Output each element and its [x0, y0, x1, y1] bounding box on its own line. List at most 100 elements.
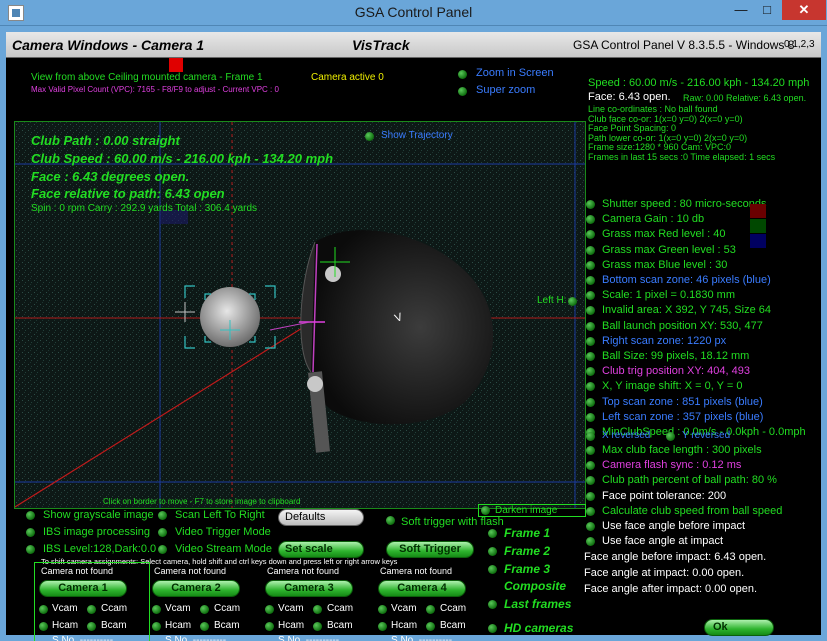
frame-option[interactable]: HD cameras: [504, 621, 573, 635]
hcam-led[interactable]: [39, 622, 48, 631]
defaults-button[interactable]: Defaults: [278, 509, 364, 526]
frame-option[interactable]: Composite: [504, 579, 566, 593]
setting-led[interactable]: [586, 461, 595, 471]
bcam-option[interactable]: Bcam: [101, 620, 127, 631]
setting-led[interactable]: [586, 367, 595, 377]
frame-led[interactable]: [488, 547, 497, 556]
setting-led[interactable]: [586, 537, 595, 547]
soft-trigger-flash-option[interactable]: Soft trigger with flash: [401, 516, 504, 528]
y-reversed-led[interactable]: [666, 432, 675, 441]
setting-item[interactable]: Use face angle at impact: [602, 535, 723, 547]
x-reversed-led[interactable]: [586, 432, 595, 441]
frame-option[interactable]: Frame 3: [504, 562, 550, 576]
x-reversed-option[interactable]: X reversed: [602, 430, 650, 441]
setting-led[interactable]: [586, 352, 595, 361]
scan-left-right-option[interactable]: Scan Left To Right: [175, 509, 265, 521]
ccam-option[interactable]: Ccam: [327, 603, 353, 614]
setting-led[interactable]: [586, 276, 595, 285]
setting-led[interactable]: [586, 412, 595, 422]
setting-item[interactable]: Calculate club speed from ball speed: [602, 505, 782, 517]
show-trajectory-option[interactable]: Show Trajectory: [381, 130, 453, 141]
y-reversed-option[interactable]: Y reversed: [682, 430, 730, 441]
setting-item[interactable]: Bottom scan zone: 46 pixels (blue): [602, 274, 771, 286]
vcam-option[interactable]: Vcam: [278, 603, 304, 614]
darken-image-led[interactable]: [481, 506, 490, 515]
hcam-option[interactable]: Hcam: [52, 620, 78, 631]
frame-option[interactable]: Last frames: [504, 597, 571, 611]
minimize-button[interactable]: —: [728, 0, 754, 20]
setting-item[interactable]: Grass max Red level : 40: [602, 228, 726, 240]
frame-option[interactable]: Frame 2: [504, 544, 550, 558]
left-h-led[interactable]: [568, 297, 577, 306]
ibs-processing-option[interactable]: IBS image processing: [43, 526, 150, 538]
setting-led[interactable]: [586, 230, 595, 240]
vcam-led[interactable]: [152, 605, 161, 614]
set-scale-button[interactable]: Set scale: [278, 541, 364, 558]
camera-button[interactable]: Camera 1: [39, 580, 127, 597]
setting-item[interactable]: Face point tolerance: 200: [602, 490, 726, 502]
setting-item[interactable]: Club path percent of ball path: 80 %: [602, 474, 777, 486]
ccam-option[interactable]: Ccam: [214, 603, 240, 614]
setting-item[interactable]: Use face angle before impact: [602, 520, 745, 532]
setting-item[interactable]: Shutter speed : 80 micro-seconds: [602, 198, 766, 210]
ibs-processing-led[interactable]: [26, 528, 35, 537]
bcam-led[interactable]: [313, 622, 322, 631]
frame-led[interactable]: [488, 624, 497, 633]
setting-led[interactable]: [586, 382, 595, 392]
frame-led[interactable]: [488, 529, 497, 538]
camera-button[interactable]: Camera 4: [378, 580, 466, 597]
setting-led[interactable]: [586, 215, 595, 225]
bcam-option[interactable]: Bcam: [214, 620, 240, 631]
super-zoom-option[interactable]: Super zoom: [476, 84, 535, 96]
vcam-option[interactable]: Vcam: [165, 603, 191, 614]
hcam-led[interactable]: [378, 622, 387, 631]
ibs-level-led[interactable]: [26, 545, 35, 554]
video-stream-led[interactable]: [158, 545, 167, 554]
setting-item[interactable]: Max club face length : 300 pixels: [602, 444, 762, 456]
darken-image-box[interactable]: Darken image: [478, 504, 586, 517]
setting-led[interactable]: [586, 321, 595, 331]
grayscale-led[interactable]: [26, 511, 35, 520]
camera-view[interactable]: V Club Path : 0.00 straight Club Speed :…: [14, 121, 586, 509]
frame-led[interactable]: [488, 600, 497, 609]
video-stream-option[interactable]: Video Stream Mode: [175, 543, 272, 555]
setting-led[interactable]: [586, 336, 595, 346]
ccam-option[interactable]: Ccam: [101, 603, 127, 614]
setting-item[interactable]: Camera Gain : 10 db: [602, 213, 704, 225]
setting-item[interactable]: Grass max Green level : 53: [602, 244, 736, 256]
zoom-in-screen-led[interactable]: [458, 70, 467, 79]
setting-led[interactable]: [586, 200, 595, 209]
hcam-option[interactable]: Hcam: [165, 620, 191, 631]
darken-image-option[interactable]: Darken image: [495, 505, 557, 516]
bcam-option[interactable]: Bcam: [440, 620, 466, 631]
video-trigger-option[interactable]: Video Trigger Mode: [175, 526, 271, 538]
ccam-led[interactable]: [200, 605, 209, 614]
hcam-option[interactable]: Hcam: [391, 620, 417, 631]
setting-item[interactable]: Left scan zone : 357 pixels (blue): [602, 411, 763, 423]
ccam-led[interactable]: [313, 605, 322, 614]
ok-button[interactable]: Ok: [704, 619, 774, 636]
vcam-led[interactable]: [378, 605, 387, 614]
setting-led[interactable]: [586, 491, 595, 501]
camera-button[interactable]: Camera 3: [265, 580, 353, 597]
ccam-led[interactable]: [87, 605, 96, 614]
bcam-led[interactable]: [87, 622, 96, 631]
super-zoom-led[interactable]: [458, 87, 467, 96]
setting-item[interactable]: Invalid area: X 392, Y 745, Size 64: [602, 304, 771, 316]
ccam-led[interactable]: [426, 605, 435, 614]
ccam-option[interactable]: Ccam: [440, 603, 466, 614]
maximize-button[interactable]: □: [754, 0, 780, 20]
frame-led[interactable]: [488, 565, 497, 574]
setting-led[interactable]: [586, 522, 595, 531]
show-grayscale-option[interactable]: Show grayscale image: [43, 509, 154, 521]
setting-item[interactable]: Top scan zone : 851 pixels (blue): [602, 396, 763, 408]
setting-item[interactable]: Club trig position XY: 404, 493: [602, 365, 750, 377]
camera-button[interactable]: Camera 2: [152, 580, 240, 597]
zoom-in-screen-option[interactable]: Zoom in Screen: [476, 67, 554, 79]
video-trigger-led[interactable]: [158, 528, 167, 537]
setting-led[interactable]: [586, 446, 595, 455]
setting-led[interactable]: [586, 506, 595, 516]
hcam-option[interactable]: Hcam: [278, 620, 304, 631]
hcam-led[interactable]: [265, 622, 274, 631]
bcam-option[interactable]: Bcam: [327, 620, 353, 631]
